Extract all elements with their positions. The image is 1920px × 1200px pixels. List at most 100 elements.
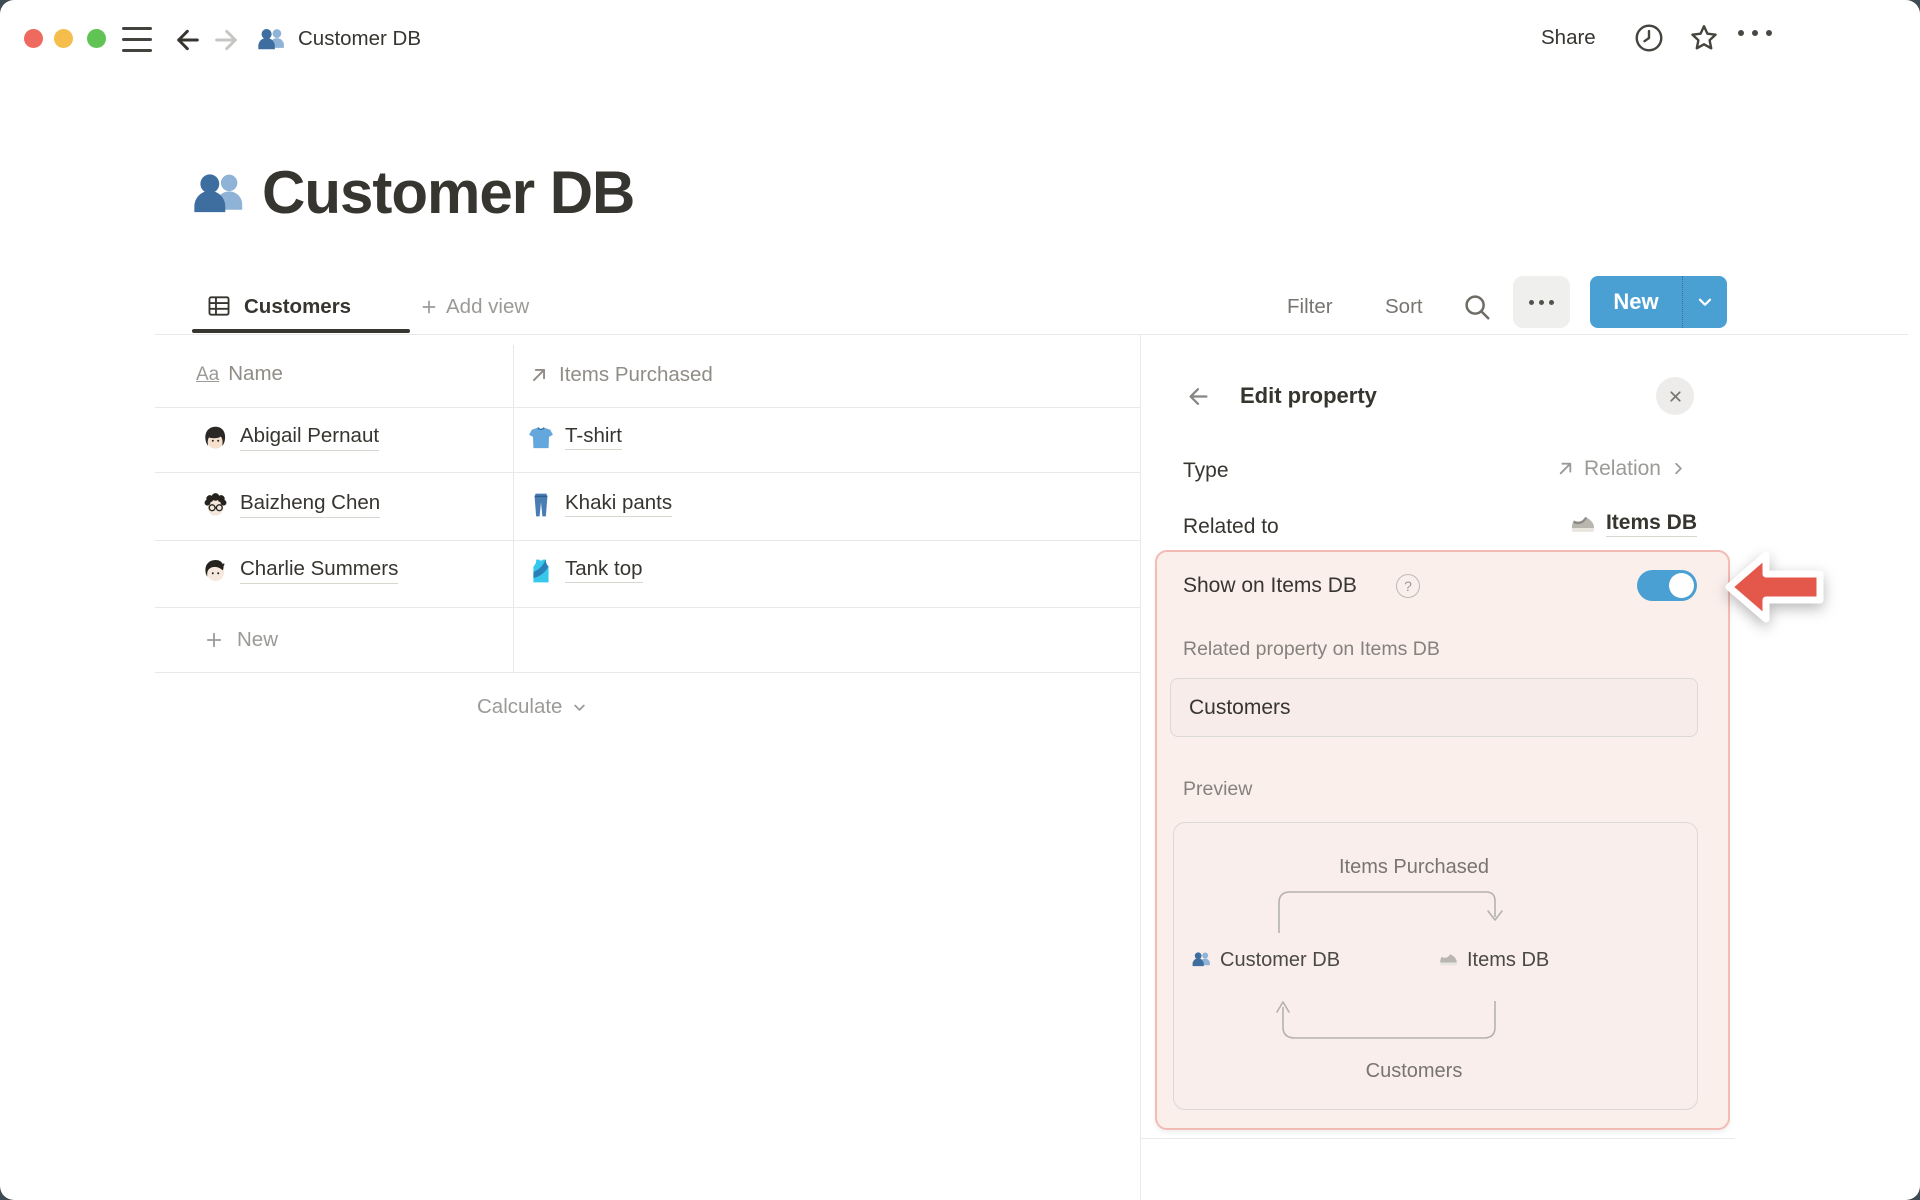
relation-icon: [528, 364, 550, 386]
new-dropdown-button[interactable]: [1682, 276, 1727, 328]
back-icon[interactable]: [172, 24, 204, 56]
row-item: Khaki pants: [565, 492, 673, 518]
preview-left-node-label: Customer DB: [1220, 948, 1341, 971]
updates-clock-icon[interactable]: [1633, 22, 1665, 54]
column-divider[interactable]: [513, 345, 514, 672]
preview-arrow-right: [1274, 887, 1504, 935]
row-divider: [155, 407, 1140, 408]
table-row-item-cell[interactable]: T-shirt: [528, 425, 622, 451]
row-divider: [155, 472, 1140, 473]
row-item: T-shirt: [565, 425, 622, 451]
page-title[interactable]: Customer DB: [262, 163, 635, 223]
type-label: Type: [1183, 459, 1229, 482]
column-header-label: Items Purchased: [559, 362, 713, 386]
pants-icon: [528, 492, 554, 518]
related-property-label: Related property on Items DB: [1183, 638, 1440, 660]
table-row-item-cell[interactable]: Khaki pants: [528, 492, 673, 518]
new-row-label: New: [237, 627, 279, 651]
related-to-value-button[interactable]: Items DB: [1569, 510, 1697, 538]
people-icon: [1191, 949, 1212, 970]
close-icon: [1667, 388, 1684, 405]
type-value: Relation: [1583, 457, 1661, 480]
avatar: [202, 425, 229, 452]
tanktop-icon: [528, 558, 554, 584]
panel-bottom-divider: [1140, 1138, 1735, 1139]
app-window: Customer DB Share Customer DB Customers …: [0, 0, 1920, 1200]
new-button[interactable]: New: [1590, 276, 1727, 328]
preview-top-label: Items Purchased: [1338, 856, 1490, 878]
help-icon[interactable]: ?: [1396, 574, 1420, 598]
view-options-button[interactable]: [1513, 276, 1570, 328]
type-value-button[interactable]: Relation: [1555, 458, 1688, 479]
avatar: [202, 558, 229, 585]
sidebar-menu-icon[interactable]: [122, 27, 152, 52]
sneaker-icon: [1438, 949, 1459, 970]
table-row-name-cell[interactable]: Charlie Summers: [202, 558, 399, 585]
tab-customers[interactable]: Customers: [244, 296, 351, 318]
chevron-down-icon: [570, 698, 589, 717]
panel-back-icon[interactable]: [1185, 383, 1212, 410]
panel-divider: [1140, 335, 1141, 1200]
plus-icon: [419, 297, 439, 317]
relation-preview: Items Purchased Customer DB Items DB Cus…: [1173, 822, 1698, 1110]
row-divider: [155, 607, 1140, 608]
zoom-window-button[interactable]: [87, 29, 106, 48]
filter-button[interactable]: Filter: [1287, 296, 1333, 318]
avatar: [202, 492, 229, 519]
tshirt-icon: [528, 425, 554, 451]
page-icon-people[interactable]: [190, 165, 248, 223]
chevron-down-icon: [1694, 291, 1716, 313]
people-icon: [256, 24, 287, 55]
preview-node-customer-db: Customer DB: [1191, 949, 1340, 970]
close-window-button[interactable]: [24, 29, 43, 48]
minimize-window-button[interactable]: [54, 29, 73, 48]
more-menu-icon[interactable]: [1738, 30, 1772, 36]
related-to-label: Related to: [1183, 515, 1279, 538]
forward-icon[interactable]: [210, 24, 242, 56]
toggle-knob: [1669, 573, 1694, 598]
show-on-toggle[interactable]: [1637, 570, 1697, 601]
table-view-icon: [206, 293, 232, 319]
row-divider: [155, 672, 1140, 673]
help-glyph: ?: [1404, 578, 1412, 594]
search-icon[interactable]: [1462, 292, 1492, 322]
table-row-name-cell[interactable]: Baizheng Chen: [202, 492, 381, 519]
share-button[interactable]: Share: [1541, 27, 1596, 49]
table-row-item-cell[interactable]: Tank top: [528, 558, 643, 584]
sort-button[interactable]: Sort: [1385, 296, 1423, 318]
calculate-button[interactable]: Calculate: [477, 695, 589, 718]
related-property-input[interactable]: [1170, 678, 1698, 737]
favorite-star-icon[interactable]: [1688, 22, 1720, 54]
panel-close-button[interactable]: [1656, 377, 1694, 415]
new-row-button[interactable]: New: [203, 629, 278, 651]
preview-right-node-label: Items DB: [1467, 948, 1550, 971]
preview-node-items-db: Items DB: [1438, 949, 1549, 970]
row-item: Tank top: [565, 558, 643, 584]
row-divider: [155, 540, 1140, 541]
show-on-label: Show on Items DB: [1183, 574, 1357, 597]
text-property-icon: Aa: [196, 363, 220, 385]
column-header-name[interactable]: Aa Name: [196, 362, 283, 385]
preview-label: Preview: [1183, 778, 1253, 800]
toolbar-divider: [155, 334, 1908, 335]
preview-bottom-label: Customers: [1365, 1060, 1463, 1082]
sneaker-icon: [1569, 510, 1597, 538]
annotation-arrow-icon: [1722, 545, 1826, 629]
breadcrumb[interactable]: Customer DB: [256, 24, 421, 55]
panel-title: Edit property: [1240, 383, 1377, 408]
add-view-button[interactable]: Add view: [419, 295, 530, 318]
new-button-label[interactable]: New: [1590, 276, 1682, 328]
related-to-value: Items DB: [1605, 512, 1697, 537]
plus-icon: [203, 629, 225, 651]
calculate-label: Calculate: [477, 695, 563, 718]
row-name: Baizheng Chen: [240, 493, 381, 518]
row-name: Abigail Pernaut: [240, 426, 380, 451]
relation-icon: [1555, 458, 1576, 479]
table-row-name-cell[interactable]: Abigail Pernaut: [202, 425, 380, 452]
preview-arrow-left: [1274, 999, 1504, 1047]
column-header-items-purchased[interactable]: Items Purchased: [528, 364, 713, 386]
add-view-label: Add view: [446, 295, 530, 318]
active-tab-underline: [192, 329, 410, 333]
chevron-right-icon: [1669, 459, 1688, 478]
column-header-label: Name: [228, 362, 283, 385]
